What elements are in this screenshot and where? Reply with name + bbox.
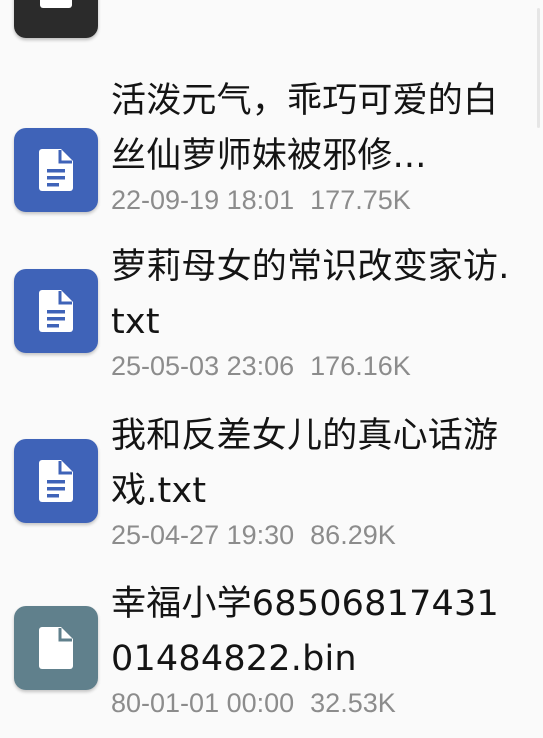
file-meta: 80-01-01 00:00 32.53K (111, 687, 521, 719)
document-icon[interactable] (14, 439, 98, 523)
file-size: 32.53K (310, 688, 396, 718)
file-date: 25-05-03 23:06 (111, 351, 295, 381)
file-date: 22-09-19 18:01 (111, 185, 295, 215)
file-name: 幸福小学6850681743101484822.bin (111, 584, 499, 679)
file-name: 我和反差女儿的真心话游戏.txt (111, 416, 499, 511)
file-date: 80-01-01 00:00 (111, 688, 295, 718)
file-meta: 25-05-03 23:06 176.16K (111, 350, 521, 382)
file-size: 177.75K (310, 185, 411, 215)
document-icon[interactable] (14, 128, 98, 212)
file-list-item[interactable]: 活泼元气，乖巧可爱的白丝仙萝师妹被邪修... 22-09-19 18:01 177… (0, 70, 543, 230)
file-list-item[interactable]: 幸福小学6850681743101484822.bin 80-01-01 00:… (0, 577, 543, 737)
file-size: 176.16K (310, 351, 411, 381)
folder-icon[interactable] (14, 0, 98, 38)
file-list-screen: 活泼元气，乖巧可爱的白丝仙萝师妹被邪修... 22-09-19 18:01 177… (0, 0, 543, 738)
file-text: 活泼元气，乖巧可爱的白丝仙萝师妹被邪修... 22-09-19 18:01 177… (111, 74, 521, 216)
file-text: 我和反差女儿的真心话游戏.txt 25-04-27 19:30 86.29K (111, 409, 521, 551)
document-icon[interactable] (14, 269, 98, 353)
file-meta: 22-09-19 18:01 177.75K (111, 184, 521, 216)
folder-glyph (40, 0, 72, 8)
file-name: 活泼元气，乖巧可爱的白丝仙萝师妹被邪修... (111, 81, 499, 176)
file-icon[interactable] (14, 606, 98, 690)
file-meta: 25-04-27 19:30 86.29K (111, 519, 521, 551)
file-list-item[interactable]: 我和反差女儿的真心话游戏.txt 25-04-27 19:30 86.29K (0, 409, 543, 569)
file-size: 86.29K (310, 520, 396, 550)
file-name: 萝莉母女的常识改变家访.txt (111, 247, 510, 342)
file-text: 萝莉母女的常识改变家访.txt 25-05-03 23:06 176.16K (111, 240, 521, 382)
file-date: 25-04-27 19:30 (111, 520, 295, 550)
file-list-item[interactable]: 萝莉母女的常识改变家访.txt 25-05-03 23:06 176.16K (0, 240, 543, 400)
file-text: 幸福小学6850681743101484822.bin 80-01-01 00:… (111, 577, 521, 719)
